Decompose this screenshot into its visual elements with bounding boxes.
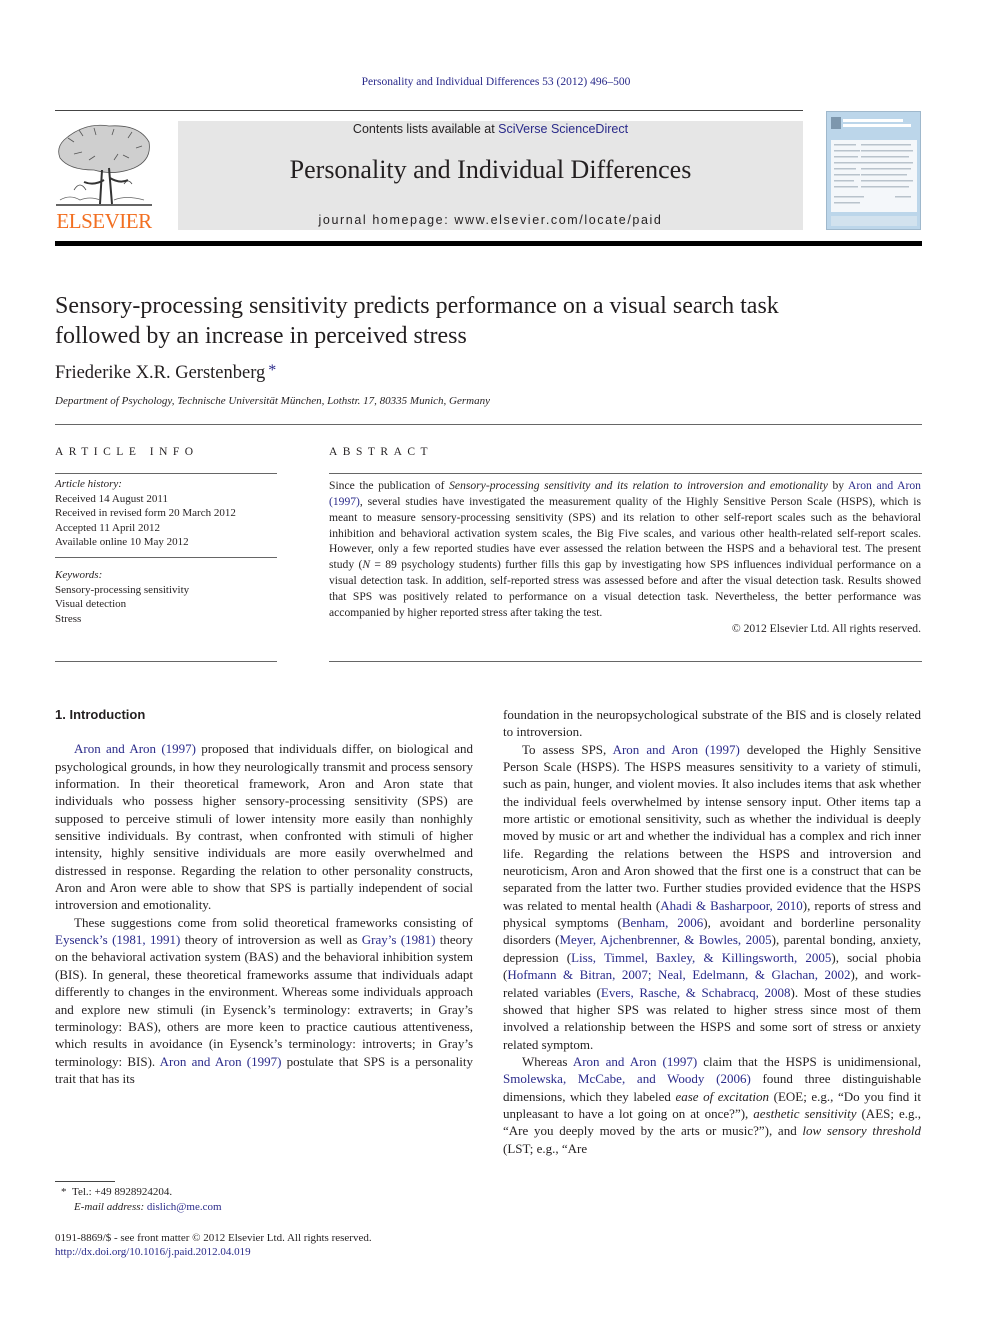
abstract-rule-bottom	[329, 661, 922, 662]
citation-link[interactable]: Aron and Aron (1997)	[613, 742, 740, 757]
article-title-line-2: followed by an increase in perceived str…	[55, 323, 467, 349]
body-column-right: foundation in the neuropsychological sub…	[503, 706, 921, 1157]
dimension-term: aesthetic sensitivity	[753, 1105, 857, 1121]
article-history-label: Article history:	[55, 478, 122, 490]
corresponding-author-mark[interactable]: *	[268, 362, 276, 379]
paragraph-text: theory on the behavioral activation syst…	[55, 932, 474, 1069]
sciencedirect-link[interactable]: SciVerse ScienceDirect	[498, 122, 628, 136]
elsevier-wordmark: ELSEVIER	[56, 209, 152, 233]
citation-link[interactable]: Hofmann & Bitran, 2007; Neal, Edelmann, …	[507, 967, 850, 982]
paragraph-text: These suggestions come from solid theore…	[74, 914, 473, 930]
history-received: Received 14 August 2011	[55, 492, 168, 505]
citation-link[interactable]: Ahadi & Basharpoor, 2010	[660, 898, 803, 913]
dimension-term: low sensory threshold	[802, 1123, 921, 1139]
article-info-rule-bottom	[55, 661, 277, 662]
cover-contents-area	[831, 140, 917, 212]
footnote-mark: *	[61, 1186, 67, 1198]
cover-contents-lines	[834, 144, 913, 204]
cover-elsevier-icon	[831, 117, 841, 129]
paragraph-text: Whereas	[522, 1053, 573, 1069]
keyword-item: Stress	[55, 612, 82, 625]
keyword-item: Visual detection	[55, 598, 127, 610]
footnote-tel: * Tel.: +49 8928924204.	[61, 1185, 172, 1200]
section-heading-introduction: 1. Introduction	[55, 707, 146, 722]
body-paragraph: Whereas Aron and Aron (1997) claim that …	[503, 1053, 921, 1157]
citation-link[interactable]: Aron and Aron (1997)	[160, 1054, 282, 1069]
keywords-label: Keywords:	[55, 569, 103, 581]
header-thick-rule	[55, 241, 922, 246]
keyword-item: Sensory-processing sensitivity	[55, 583, 190, 596]
paragraph-text: claim that the HSPS is unidimensional,	[697, 1053, 921, 1069]
citation-link[interactable]: Benham, 2006	[622, 915, 703, 930]
cited-title: Sensory-processing sensitivity and its r…	[449, 479, 828, 492]
paragraph-text: To assess SPS,	[522, 741, 613, 757]
top-rule	[55, 110, 803, 111]
footnote-rule	[55, 1181, 115, 1182]
author-name: Friederike X.R. Gerstenberg	[55, 363, 266, 383]
article-info-rule-top	[55, 473, 277, 474]
article-title-line-1: Sensory-processing sensitivity predicts …	[55, 293, 779, 319]
history-accepted: Accepted 11 April 2012	[55, 521, 160, 534]
affiliation: Department of Psychology, Technische Uni…	[55, 395, 490, 407]
footnote-email: E-mail address: dislich@me.com	[74, 1200, 222, 1215]
body-column-left: 1. Introduction Aron and Aron (1997) pro…	[55, 706, 473, 1087]
body-paragraph: Aron and Aron (1997) proposed that indiv…	[55, 740, 473, 913]
citation-link[interactable]: Aron and Aron (1997)	[573, 1054, 697, 1069]
contents-line: Contents lists available at SciVerse Sci…	[178, 121, 803, 137]
body-paragraph: These suggestions come from solid theore…	[55, 914, 473, 1087]
citation-link[interactable]: Aron and Aron (1997)	[74, 741, 196, 756]
abstract-text-segment: Since the publication of	[329, 479, 450, 492]
cover-footer-band	[831, 216, 917, 226]
paragraph-text: developed the Highly Sensitive Person Sc…	[503, 741, 921, 913]
history-online: Available online 10 May 2012	[55, 536, 189, 548]
journal-homepage-link[interactable]: journal homepage: www.elsevier.com/locat…	[178, 213, 803, 227]
journal-cover-thumbnail[interactable]	[826, 111, 921, 230]
author-line: Friederike X.R. Gerstenberg *	[55, 362, 276, 384]
doi-link[interactable]: http://dx.doi.org/10.1016/j.paid.2012.04…	[55, 1245, 251, 1259]
citation-link[interactable]: Eysenck’s (1981, 1991)	[55, 932, 180, 947]
elsevier-tree-icon	[56, 124, 152, 206]
paragraph-text: proposed that individuals differ, on bio…	[55, 741, 473, 913]
paragraph-text: (LST; e.g., “Are	[503, 1140, 588, 1156]
history-revised: Received in revised form 20 March 2012	[55, 507, 236, 519]
journal-masthead: Contents lists available at SciVerse Sci…	[178, 121, 803, 230]
article-history: Article history: Received 14 August 2011…	[55, 477, 277, 550]
article-info-heading: ARTICLE INFO	[55, 446, 199, 458]
article-info-rule-mid	[55, 557, 277, 558]
cover-title-graphic	[843, 119, 911, 127]
abstract-text: Since the publication of Sensory-process…	[329, 478, 921, 636]
dimension-term: ease of excitation	[675, 1088, 770, 1104]
running-head[interactable]: Personality and Individual Differences 5…	[0, 76, 992, 88]
elsevier-logo[interactable]: ELSEVIER	[54, 120, 154, 233]
citation-link[interactable]: Evers, Rasche, & Schabracq, 2008	[601, 985, 791, 1000]
contents-prefix: Contents lists available at	[352, 122, 499, 136]
footnote-telephone: Tel.: +49 8928924204.	[72, 1186, 173, 1198]
issn-line: 0191-8869/$ - see front matter © 2012 El…	[55, 1232, 372, 1244]
abstract-copyright: © 2012 Elsevier Ltd. All rights reserved…	[731, 621, 921, 635]
email-label: E-mail address:	[74, 1201, 145, 1213]
abstract-text-segment: by	[827, 479, 849, 492]
keywords: Keywords: Sensory-processing sensitivity…	[55, 568, 277, 626]
citation-link[interactable]: Liss, Timmel, Baxley, & Killingsworth, 2…	[571, 950, 831, 965]
paragraph-text: theory of introversion as well as	[180, 932, 362, 948]
journal-name: Personality and Individual Differences	[289, 155, 692, 184]
citation-link[interactable]: Meyer, Ajchenbrenner, & Bowles, 2005	[559, 932, 771, 947]
citation-link[interactable]: Gray’s (1981)	[362, 932, 436, 947]
abstract-text-segment: = 89 psychology students) further fills …	[329, 558, 921, 619]
body-paragraph: foundation in the neuropsychological sub…	[503, 707, 921, 740]
abstract-rule-top	[329, 473, 922, 474]
body-paragraph: To assess SPS, Aron and Aron (1997) deve…	[503, 741, 921, 1053]
citation-link[interactable]: Smolewska, McCabe, and Woody (2006)	[503, 1071, 751, 1086]
affiliation-rule	[55, 424, 922, 425]
abstract-heading: ABSTRACT	[329, 446, 434, 458]
sample-size-symbol: N	[362, 558, 371, 572]
email-link[interactable]: dislich@me.com	[147, 1201, 222, 1213]
article-title: Sensory-processing sensitivity predicts …	[55, 291, 925, 351]
